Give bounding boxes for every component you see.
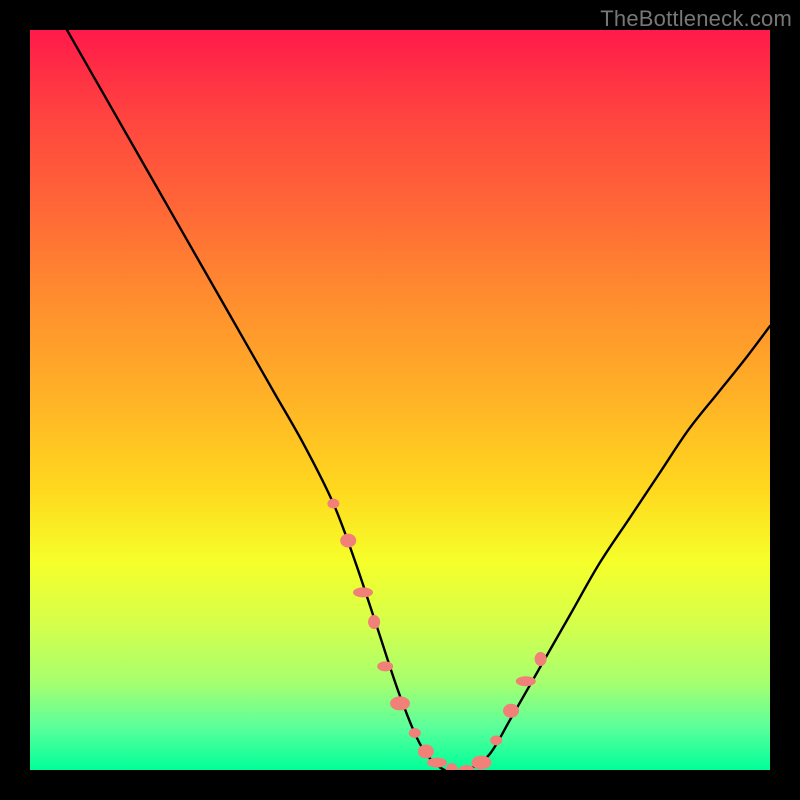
highlight-dot — [409, 728, 421, 738]
highlight-dot — [418, 745, 434, 759]
highlight-dots — [327, 499, 546, 770]
highlight-dot — [503, 704, 519, 718]
chart-svg — [30, 30, 770, 770]
highlight-dot — [459, 765, 475, 770]
highlight-dot — [516, 676, 536, 686]
highlight-dot — [368, 615, 380, 629]
plot-area — [30, 30, 770, 770]
highlight-dot — [490, 735, 502, 745]
highlight-dot — [446, 763, 458, 770]
watermark-text: TheBottleneck.com — [600, 6, 792, 32]
highlight-dot — [471, 756, 491, 770]
highlight-dot — [340, 534, 356, 548]
highlight-dot — [377, 661, 393, 671]
highlight-dot — [427, 758, 447, 768]
bottleneck-curve — [67, 30, 770, 770]
outer-frame: TheBottleneck.com — [0, 0, 800, 800]
highlight-dot — [390, 696, 410, 710]
highlight-dot — [353, 587, 373, 597]
highlight-dot — [535, 652, 547, 666]
highlight-dot — [327, 499, 339, 509]
